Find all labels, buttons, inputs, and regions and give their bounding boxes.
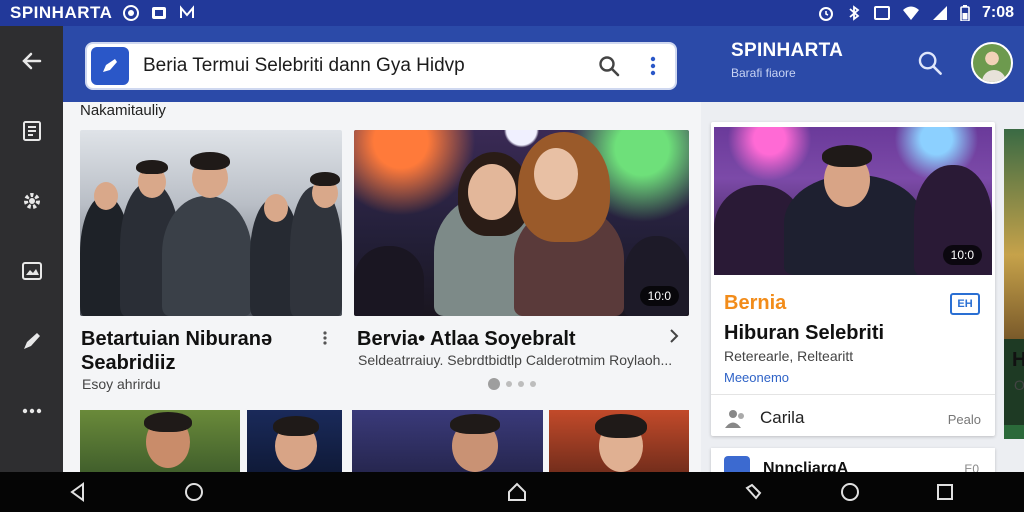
nav-home-button[interactable]: [182, 480, 206, 504]
search-menu-button[interactable]: [631, 44, 675, 88]
kebab-icon: [650, 56, 656, 76]
carousel-dot[interactable]: [530, 381, 536, 387]
app-screen: SPINHARTA 7:08 Beria Termui Selebriti da…: [0, 0, 1024, 512]
rail-item-more[interactable]: [0, 376, 63, 446]
alarm-icon: [818, 7, 833, 21]
search-icon: [918, 51, 942, 75]
peek-title: H: [1012, 349, 1024, 371]
card-subtitle-2: Seldeatrraiuy. Sebrdtbidtlp Calderotmim …: [358, 352, 673, 368]
circle-icon: [185, 483, 203, 501]
wifi-icon: [902, 6, 919, 20]
carousel-dot[interactable]: [488, 378, 500, 390]
chevron-right-icon: [670, 329, 679, 343]
kebab-icon: [323, 331, 327, 345]
rail-item-documents[interactable]: [0, 96, 63, 166]
thumbnail-2[interactable]: [247, 410, 342, 472]
card-image-1[interactable]: [80, 130, 342, 316]
gesture-button[interactable]: [742, 480, 766, 504]
nav-rail: [0, 26, 63, 472]
status-brand: SPINHARTA: [10, 3, 113, 22]
action-meta: Pealo: [947, 412, 981, 427]
search-bar[interactable]: Beria Termui Selebriti dann Gya Hidvp: [85, 42, 677, 90]
carousel-dot[interactable]: [506, 381, 512, 387]
action-label: Carila: [760, 408, 805, 427]
system-nav-bar: [0, 472, 1024, 512]
card-title-1[interactable]: Betartuian Niburanə Seabridiiz: [81, 327, 316, 375]
brand-subtitle: Barafi fiaore: [731, 66, 796, 80]
carousel-dots[interactable]: [488, 378, 536, 390]
thumbnail-3[interactable]: [352, 410, 543, 472]
assistant-button[interactable]: [838, 480, 862, 504]
home-button[interactable]: [505, 480, 529, 504]
app-logo-icon: [91, 47, 129, 85]
section-title: Nakamitauliy: [80, 102, 166, 119]
document-icon: [22, 121, 41, 141]
nav-back-button[interactable]: [66, 480, 90, 504]
bluetooth-icon: [849, 5, 860, 21]
featured-link[interactable]: Meeonemo: [724, 370, 789, 385]
gear-icon: [23, 193, 40, 209]
rail-item-edit[interactable]: [0, 306, 63, 376]
recents-button[interactable]: [933, 480, 957, 504]
record-icon: [122, 4, 140, 22]
thumbnail-1[interactable]: [80, 410, 240, 472]
carousel-dot[interactable]: [518, 381, 524, 387]
featured-card[interactable]: 10:0 Bernia EH Hiburan Selebriti Reterea…: [711, 122, 995, 436]
brand-title: SPINHARTA: [731, 40, 844, 61]
clock: 7:08: [981, 4, 1014, 21]
search-action[interactable]: Carila: [724, 407, 804, 429]
brand-block: SPINHARTA Barafi fiaore: [731, 40, 843, 80]
category-tag: Bernia: [724, 292, 787, 314]
featured-card-image[interactable]: 10:0: [714, 127, 992, 275]
status-bar: SPINHARTA 7:08: [0, 0, 1024, 26]
back-arrow-icon: [21, 52, 41, 70]
search-icon: [599, 56, 620, 77]
screen-icon: [873, 6, 890, 20]
rail-item-gallery[interactable]: [0, 236, 63, 306]
duration-badge: 10:0: [639, 286, 679, 306]
square-icon: [937, 484, 953, 500]
duration-badge: 10:0: [942, 245, 982, 265]
avatar[interactable]: [971, 42, 1013, 84]
notification-icon: [150, 4, 168, 22]
hand-pointer-icon: [745, 483, 762, 500]
featured-subtitle: Reterearle, Reltearitt: [724, 348, 854, 364]
people-icon: [725, 410, 744, 428]
circle-icon: [841, 483, 859, 501]
header-search-button[interactable]: [917, 50, 947, 80]
card-title-2[interactable]: Bervia• Atlaa Soyebralt: [357, 327, 667, 351]
search-input[interactable]: Beria Termui Selebriti dann Gya Hidvp: [143, 55, 587, 77]
caption-icon[interactable]: EH: [950, 293, 980, 315]
right-column: 10:0 Bernia EH Hiburan Selebriti Reterea…: [701, 102, 1024, 488]
main-feed: Nakamitauliy Betartuian Niburanə Seabrid…: [63, 102, 701, 472]
rail-item-settings[interactable]: [0, 166, 63, 236]
featured-title[interactable]: Hiburan Selebriti: [724, 322, 884, 345]
card-image-2[interactable]: 10:0: [354, 130, 689, 316]
image-icon: [21, 262, 42, 280]
signal-icon: [932, 6, 947, 20]
next-card-peek[interactable]: H O: [1004, 129, 1024, 439]
search-button[interactable]: [587, 44, 631, 88]
thumbnail-4[interactable]: [549, 410, 689, 472]
app-m-icon: [178, 4, 196, 22]
home-icon: [508, 482, 526, 501]
back-button[interactable]: [0, 26, 63, 96]
top-app-bar: Beria Termui Selebriti dann Gya Hidvp SP…: [63, 26, 1024, 102]
more-horizontal-icon: [22, 408, 41, 414]
battery-icon: [960, 5, 970, 21]
peek-subtitle: O: [1014, 377, 1024, 393]
pen-icon: [23, 333, 40, 349]
card-subtitle-1: Esoy ahrirdu: [82, 376, 161, 392]
card-next-button[interactable]: [669, 327, 679, 350]
card-menu-1[interactable]: [322, 330, 328, 351]
divider: [711, 394, 995, 395]
back-triangle-icon: [70, 482, 84, 502]
